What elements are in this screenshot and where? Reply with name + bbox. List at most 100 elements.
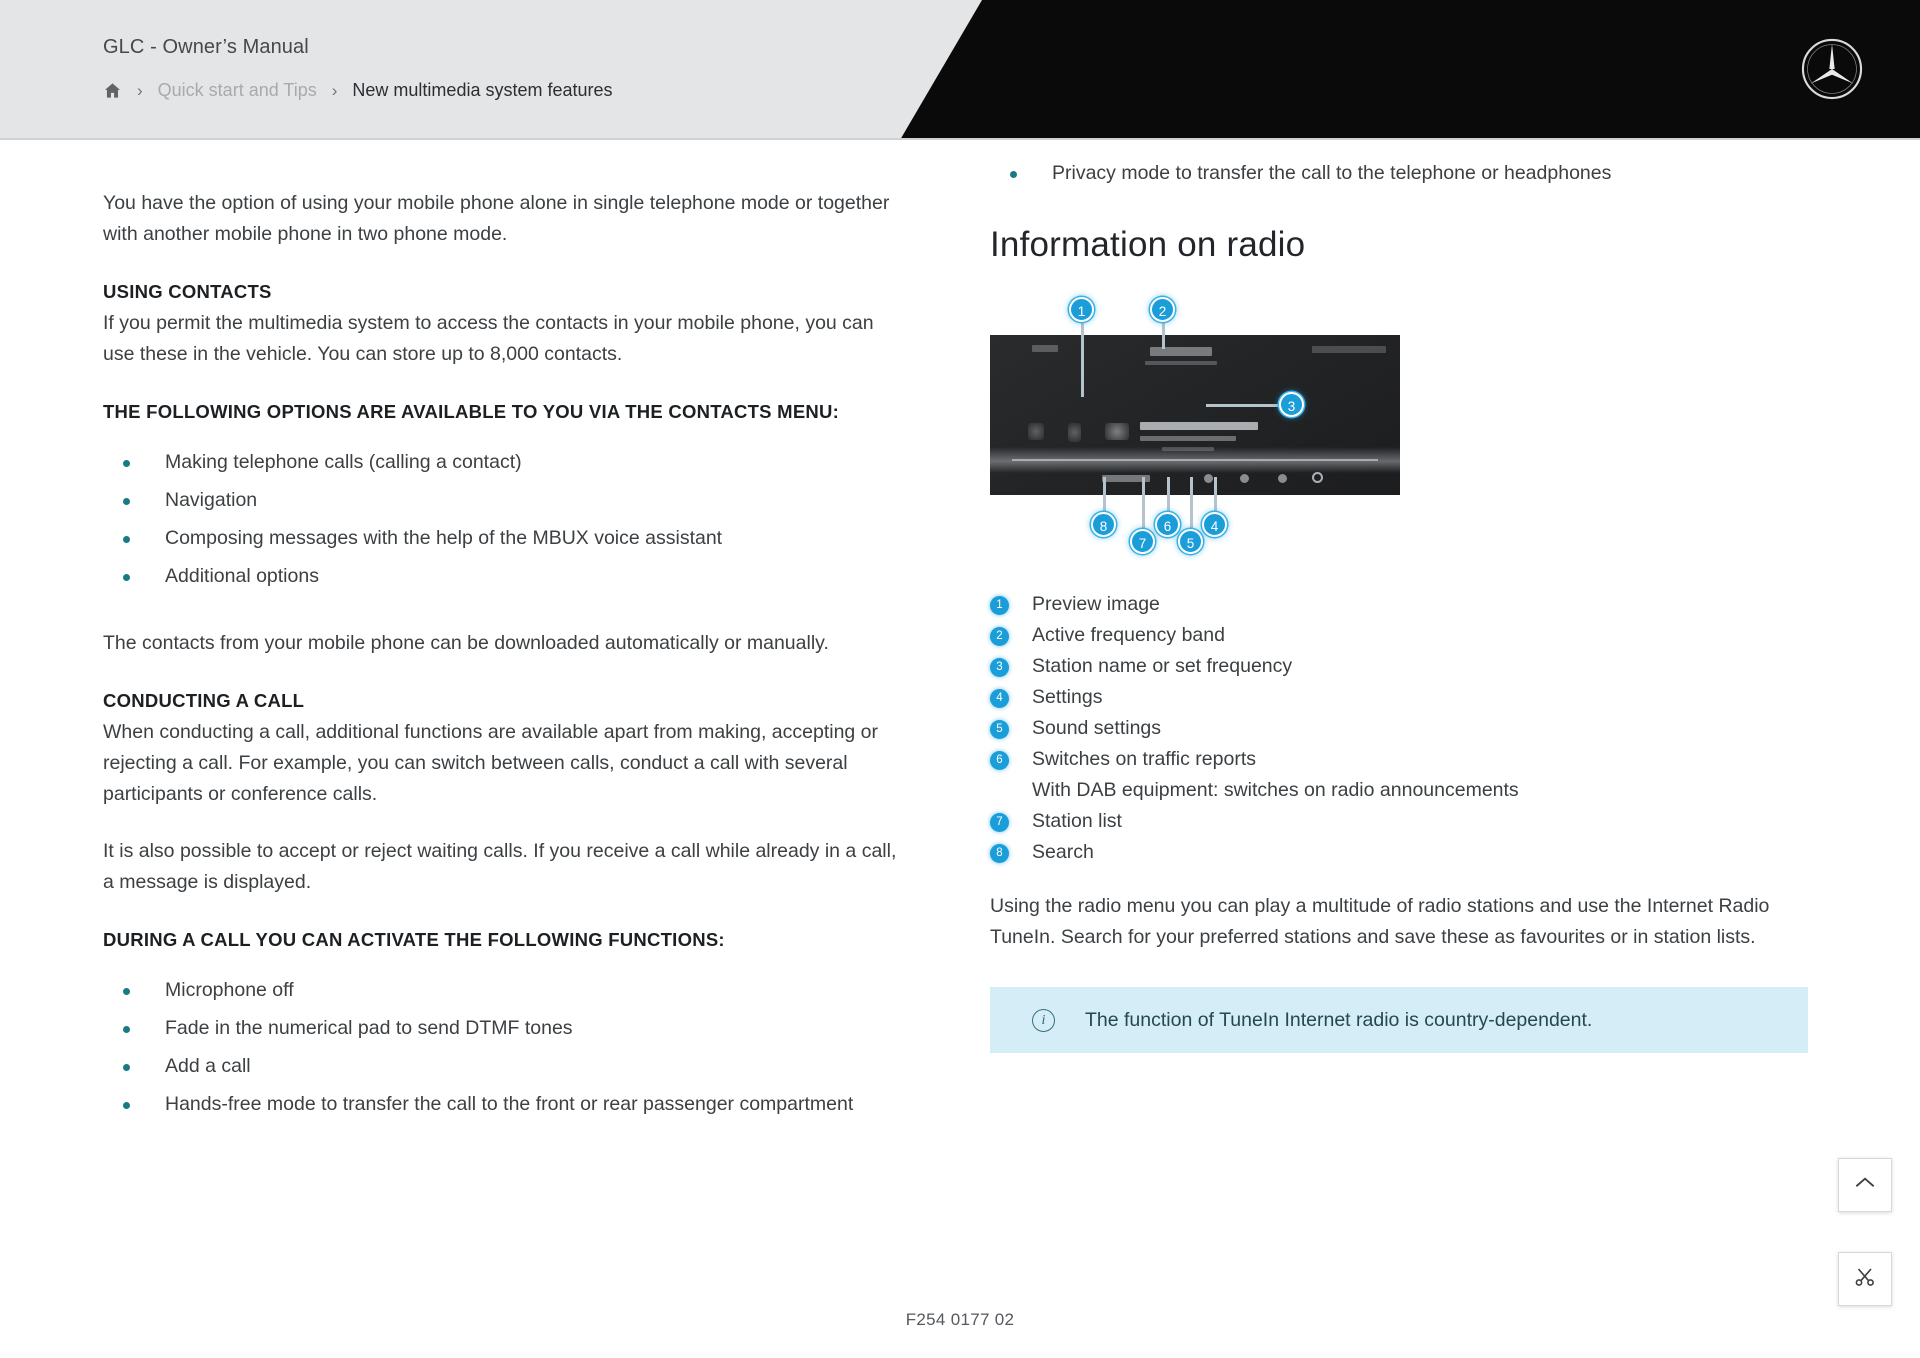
legend-badge: 2: [990, 627, 1009, 646]
left-column: You have the option of using your mobile…: [103, 188, 913, 1130]
home-icon[interactable]: [103, 81, 122, 100]
legend-label: Preview image: [1032, 593, 1160, 615]
figure-legend: 1 Preview image 2 Active frequency band …: [990, 590, 1820, 867]
chevron-up-icon: [1852, 1170, 1878, 1201]
breadcrumb-parent[interactable]: Quick start and Tips: [158, 80, 317, 101]
heading-conducting-a-call: CONDUCTING A CALL: [103, 690, 305, 711]
leader-line-3: [1206, 404, 1282, 407]
list-item: Making telephone calls (calling a contac…: [103, 447, 893, 478]
contacts-menu-list: Making telephone calls (calling a contac…: [103, 447, 913, 592]
legend-badge: 4: [990, 689, 1009, 708]
screen-status-bar: [1312, 346, 1386, 353]
screen-station-meta: [1140, 436, 1236, 441]
using-contacts-paragraph: If you permit the multimedia system to a…: [103, 312, 874, 365]
screen-icon-settings: [1312, 472, 1323, 483]
heading-contacts-menu: THE FOLLOWING OPTIONS ARE AVAILABLE TO Y…: [103, 401, 840, 422]
leader-line-2: [1162, 319, 1165, 349]
screen-station-name: [1140, 422, 1258, 430]
callout-marker-3: 3: [1279, 392, 1304, 417]
page-content: You have the option of using your mobile…: [0, 140, 1920, 1358]
list-item: Microphone off: [103, 975, 893, 1006]
list-item: Additional options: [103, 561, 893, 592]
legend-item-4: 4 Settings: [990, 683, 1820, 712]
breadcrumb-separator-1: ›: [137, 80, 143, 100]
legend-label: Active frequency band: [1032, 624, 1225, 646]
info-icon: i: [1032, 1008, 1055, 1032]
info-notice-text: The function of TuneIn Internet radio is…: [1085, 1009, 1593, 1031]
list-item: Hands-free mode to transfer the call to …: [103, 1089, 893, 1120]
legend-item-6: 6 Switches on traffic reports: [990, 745, 1820, 774]
leader-line-5: [1190, 477, 1193, 532]
screen-icon-traffic: [1240, 474, 1249, 483]
leader-line-6: [1167, 477, 1170, 515]
legend-badge: 6: [990, 751, 1009, 770]
legend-item-7: 7 Station list: [990, 807, 1820, 836]
legend-item-5: 5 Sound settings: [990, 714, 1820, 743]
breadcrumb: › Quick start and Tips › New multimedia …: [103, 80, 613, 101]
legend-badge: 1: [990, 596, 1009, 615]
legend-label: Station list: [1032, 810, 1122, 832]
list-item: Fade in the numerical pad to send DTMF t…: [103, 1013, 893, 1044]
bookmark-clip-button[interactable]: [1838, 1252, 1892, 1306]
legend-label: Switches on traffic reports: [1032, 748, 1256, 770]
document-code: F254 0177 02: [905, 1310, 1015, 1329]
leader-line-7: [1142, 477, 1145, 532]
list-item: Navigation: [103, 485, 893, 516]
legend-item-2: 2 Active frequency band: [990, 621, 1820, 650]
leader-line-8: [1103, 477, 1106, 515]
callout-marker-5: 5: [1178, 529, 1203, 554]
header-black-banner: [900, 0, 1920, 140]
legend-label: Station name or set frequency: [1032, 655, 1293, 677]
legend-label: Settings: [1032, 686, 1103, 708]
info-notice-box: i The function of TuneIn Internet radio …: [990, 987, 1808, 1053]
download-paragraph: The contacts from your mobile phone can …: [103, 632, 829, 654]
conducting-call-paragraph-1: When conducting a call, additional funct…: [103, 721, 879, 805]
scissors-icon: [1853, 1265, 1877, 1294]
screen-icon-sound: [1278, 474, 1287, 483]
screen-preset-tile: [1068, 423, 1081, 442]
breadcrumb-current: New multimedia system features: [352, 80, 613, 100]
callout-marker-4: 4: [1202, 512, 1227, 537]
manual-page: GLC - Owner’s Manual › Quick start and T…: [0, 0, 1920, 1358]
legend-badge: 5: [990, 720, 1009, 739]
during-call-list: Microphone off Fade in the numerical pad…: [103, 975, 913, 1120]
legend-item-1: 1 Preview image: [990, 590, 1820, 619]
conducting-call-paragraph-2: It is also possible to accept or reject …: [103, 840, 897, 893]
radio-screen-image: [990, 335, 1400, 495]
list-item: Composing messages with the help of the …: [103, 523, 893, 554]
radio-screen-figure: 1 2 3 8 7 6 5 4: [990, 297, 1410, 562]
privacy-mode-list: Privacy mode to transfer the call to the…: [990, 158, 1820, 189]
manual-title: GLC - Owner’s Manual: [103, 36, 309, 58]
heading-during-a-call: DURING A CALL YOU CAN ACTIVATE THE FOLLO…: [103, 929, 725, 950]
heading-using-contacts: USING CONTACTS: [103, 281, 272, 302]
screen-source-label: [1032, 345, 1058, 352]
callout-marker-8: 8: [1091, 512, 1116, 537]
legend-item-8: 8 Search: [990, 838, 1820, 867]
leader-line-4: [1214, 477, 1217, 515]
screen-preset-tile: [1028, 423, 1044, 440]
radio-closing-paragraph: Using the radio menu you can play a mult…: [990, 895, 1770, 948]
right-column: Privacy mode to transfer the call to the…: [990, 158, 1820, 1053]
legend-subnote: With DAB equipment: switches on radio an…: [1032, 779, 1519, 801]
screen-preview-image: [1105, 423, 1129, 440]
legend-badge: 7: [990, 813, 1009, 832]
screen-band-underline: [1145, 361, 1217, 365]
legend-label: Sound settings: [1032, 717, 1162, 739]
list-item: Privacy mode to transfer the call to the…: [990, 158, 1780, 189]
legend-item-3: 3 Station name or set frequency: [990, 652, 1820, 681]
legend-badge: 8: [990, 844, 1009, 863]
leader-line-1: [1081, 319, 1084, 397]
list-item: Add a call: [103, 1051, 893, 1082]
intro-paragraph: You have the option of using your mobile…: [103, 192, 890, 245]
legend-badge: 3: [990, 658, 1009, 677]
scroll-to-top-button[interactable]: [1838, 1158, 1892, 1212]
breadcrumb-separator-2: ›: [331, 80, 338, 100]
screen-divider: [1012, 459, 1378, 461]
callout-marker-7: 7: [1130, 529, 1155, 554]
screen-band-label: [1150, 347, 1212, 356]
callout-marker-6: 6: [1155, 512, 1180, 537]
page-section-title: Information on radio: [990, 225, 1306, 264]
legend-label: Search: [1032, 841, 1094, 863]
callout-marker-2: 2: [1150, 297, 1175, 322]
page-header: GLC - Owner’s Manual › Quick start and T…: [0, 0, 1920, 140]
